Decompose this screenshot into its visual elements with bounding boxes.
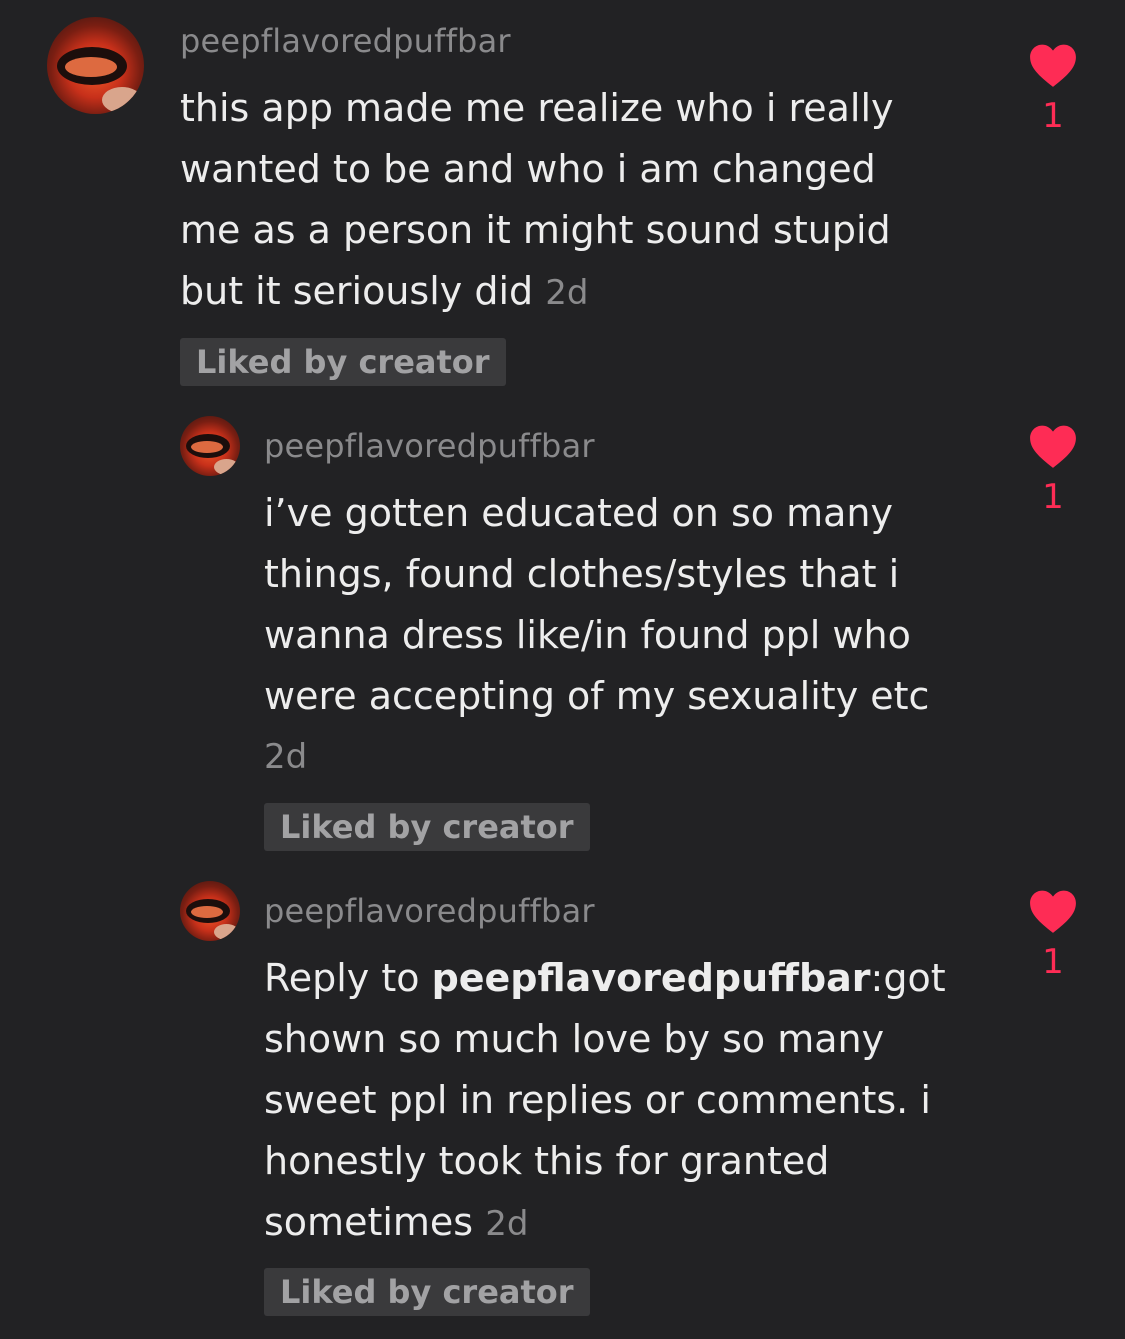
comment-line: sometimes <box>264 1200 474 1244</box>
comment-line: things, found clothes/styles that i <box>264 552 900 596</box>
like-button[interactable]: 1 <box>1023 423 1083 517</box>
comment-line: shown so much love by so many <box>264 1017 885 1061</box>
reply-to-username[interactable]: peepflavoredpuffbar <box>432 956 871 1000</box>
avatar[interactable] <box>47 17 144 114</box>
comment-line: wanted to be and who i am changed <box>180 147 876 191</box>
heart-icon <box>1030 425 1076 468</box>
like-button[interactable]: 1 <box>1023 42 1083 136</box>
username[interactable]: peepflavoredpuffbar <box>264 892 595 930</box>
comment-text: Reply to peepflavoredpuffbar:got shown s… <box>264 948 1004 1255</box>
timestamp: 2d <box>264 737 308 777</box>
comment-line: me as a person it might sound stupid <box>180 208 891 252</box>
like-button[interactable]: 1 <box>1023 888 1083 982</box>
liked-by-creator-badge: Liked by creator <box>264 1268 590 1316</box>
comment-text: this app made me realize who i really wa… <box>180 78 920 324</box>
heart-icon <box>1030 44 1076 87</box>
heart-icon <box>1030 890 1076 933</box>
comment-line: wanna dress like/in found ppl who <box>264 613 911 657</box>
like-count: 1 <box>1042 477 1064 517</box>
comment-line: but it seriously did <box>180 269 534 313</box>
comment-text: i’ve gotten educated on so many things, … <box>264 483 1004 788</box>
comment-line: sweet ppl in replies or comments. i <box>264 1078 931 1122</box>
like-count: 1 <box>1042 942 1064 982</box>
comment-line: this app made me realize who i really <box>180 86 894 130</box>
timestamp: 2d <box>545 273 589 313</box>
username[interactable]: peepflavoredpuffbar <box>180 22 511 60</box>
comment-line: honestly took this for granted <box>264 1139 830 1183</box>
like-count: 1 <box>1042 96 1064 136</box>
liked-by-creator-badge: Liked by creator <box>264 803 590 851</box>
username[interactable]: peepflavoredpuffbar <box>264 427 595 465</box>
reply-text-start: :got <box>870 956 946 1000</box>
avatar[interactable] <box>180 881 240 941</box>
timestamp: 2d <box>485 1204 529 1244</box>
comment-line-with-time: sometimes 2d <box>264 1192 1004 1255</box>
comment-line-with-time: but it seriously did 2d <box>180 261 920 324</box>
comment-line: i’ve gotten educated on so many <box>264 491 893 535</box>
comment-line: were accepting of my sexuality etc <box>264 674 930 718</box>
avatar[interactable] <box>180 416 240 476</box>
reply-header-line: Reply to peepflavoredpuffbar:got <box>264 948 1004 1009</box>
reply-prefix: Reply to <box>264 956 432 1000</box>
liked-by-creator-badge: Liked by creator <box>180 338 506 386</box>
